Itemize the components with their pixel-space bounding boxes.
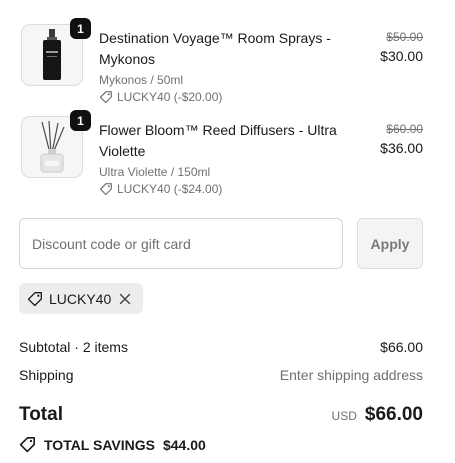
line-item: 1 Flower Bloom™ Reed Diffusers - Ultra V… xyxy=(19,110,423,197)
product-title: Flower Bloom™ Reed Diffusers - Ultra Vio… xyxy=(99,122,337,159)
tag-icon xyxy=(19,437,35,453)
subtotal-row: Subtotal · 2 items $66.00 xyxy=(19,338,423,356)
original-price: $50.00 xyxy=(386,30,423,44)
total-label: Total xyxy=(19,404,63,425)
discount-form: Apply xyxy=(19,218,423,269)
room-spray-bottle-icon xyxy=(43,29,61,80)
subtotal-value: $66.00 xyxy=(380,339,423,355)
tag-icon xyxy=(27,291,42,306)
line-discount: LUCKY40 (-$20.00) xyxy=(99,89,339,105)
product-variant: Ultra Violette / 150ml xyxy=(99,165,211,179)
total-savings-label: TOTAL SAVINGS xyxy=(44,436,155,453)
apply-discount-button[interactable]: Apply xyxy=(357,218,423,269)
line-item: 1 Destination Voyage™ Room Sprays - Myko… xyxy=(19,18,423,105)
discounted-price: $30.00 xyxy=(380,48,423,64)
tag-icon xyxy=(99,183,112,196)
subtotal-label: Subtotal · 2 items xyxy=(19,339,128,355)
product-thumbnail: 1 xyxy=(21,110,91,178)
shipping-row: Shipping Enter shipping address xyxy=(19,366,423,384)
shipping-label: Shipping xyxy=(19,367,74,383)
line-discount: LUCKY40 (-$24.00) xyxy=(99,181,339,197)
quantity-badge: 1 xyxy=(70,110,91,131)
discounted-price: $36.00 xyxy=(380,140,423,156)
line-discount-label: LUCKY40 (-$20.00) xyxy=(117,90,223,104)
total-row: Total USD $66.00 xyxy=(19,404,423,426)
currency-code: USD xyxy=(331,409,357,423)
tag-icon xyxy=(99,91,112,104)
line-discount-label: LUCKY40 (-$24.00) xyxy=(117,182,223,196)
discount-code-input[interactable] xyxy=(19,218,343,269)
product-variant: Mykonos / 50ml xyxy=(99,73,184,87)
total-value: $66.00 xyxy=(364,404,423,425)
total-savings: TOTAL SAVINGS $44.00 xyxy=(19,436,206,453)
quantity-badge: 1 xyxy=(70,18,91,39)
remove-discount-button[interactable] xyxy=(117,291,133,307)
shipping-value: Enter shipping address xyxy=(279,367,423,383)
close-icon xyxy=(120,293,131,304)
total-savings-value: $44.00 xyxy=(162,436,206,453)
product-thumbnail: 1 xyxy=(21,18,91,86)
original-price: $60.00 xyxy=(386,122,423,136)
applied-discount-chip: LUCKY40 xyxy=(19,283,144,314)
reed-diffuser-icon xyxy=(40,120,65,173)
product-title: Destination Voyage™ Room Sprays - Mykono… xyxy=(99,30,331,67)
applied-discount-code: LUCKY40 xyxy=(49,290,112,307)
